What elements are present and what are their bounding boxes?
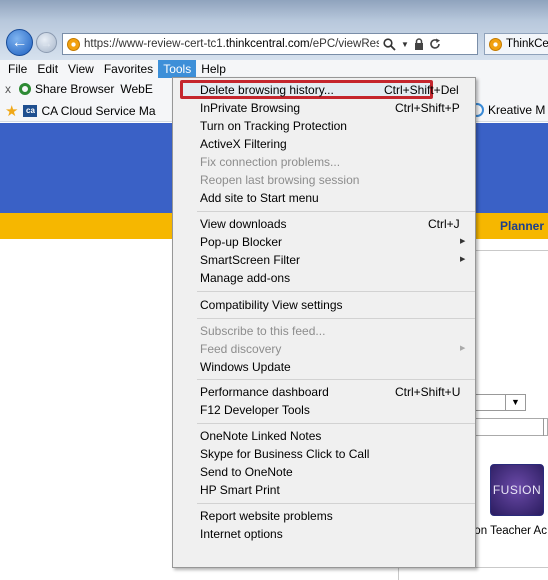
refresh-icon[interactable] — [429, 38, 441, 50]
share-browser-icon — [19, 83, 31, 95]
menu-view[interactable]: View — [63, 60, 99, 78]
submenu-arrow-icon: ▶ — [460, 256, 466, 263]
menu-separator — [197, 291, 475, 292]
menu-item-fix-connection: Fix connection problems... — [200, 155, 341, 169]
url-text[interactable]: https://www-review-cert-tc1.thinkcentral… — [84, 38, 379, 50]
webe-button[interactable]: WebE — [120, 82, 152, 96]
back-button[interactable]: ← — [6, 29, 33, 56]
menu-item-smartscreen[interactable]: SmartScreen Filter — [200, 251, 300, 269]
menu-item-onenote-linked[interactable]: OneNote Linked Notes — [200, 427, 321, 445]
menu-item-send-to-onenote[interactable]: Send to OneNote — [200, 463, 293, 481]
favorite-ca-cloud[interactable]: CA Cloud Service Ma — [41, 104, 155, 118]
url-path: /ePC/viewRes — [309, 38, 379, 50]
back-arrow-icon: ← — [11, 33, 28, 51]
menu-item-tracking-protection[interactable]: Turn on Tracking Protection — [200, 117, 347, 135]
menu-item-reopen-session: Reopen last browsing session — [200, 173, 360, 187]
select-arrow-icon[interactable]: ▼ — [505, 395, 525, 410]
lock-icon[interactable] — [414, 38, 424, 50]
site-favicon-icon — [67, 37, 80, 51]
browser-title-bar: ← → https://www-review-cert-tc1.thinkcen… — [0, 0, 548, 60]
submenu-arrow-icon: ▶ — [460, 238, 466, 245]
favorite-kreative-link[interactable]: Kreative M — [470, 103, 545, 117]
menu-file[interactable]: File — [3, 60, 32, 78]
menu-separator — [197, 211, 475, 212]
input-button[interactable] — [543, 418, 548, 436]
menu-separator — [197, 423, 475, 424]
menu-separator — [197, 503, 475, 504]
menu-edit[interactable]: Edit — [32, 60, 63, 78]
forward-arrow-icon: → — [40, 35, 53, 50]
menu-item-subscribe-feed: Subscribe to this feed... — [200, 324, 326, 338]
search-icon[interactable] — [383, 37, 396, 51]
menu-item-view-downloads[interactable]: View downloads — [200, 215, 287, 233]
url-domain: thinkcentral.com — [225, 38, 310, 50]
close-icon[interactable]: x — [5, 82, 11, 96]
favorite-kreative-label: Kreative M — [488, 103, 546, 117]
tab-favicon-icon — [489, 37, 502, 51]
browser-tab[interactable]: ThinkCe — [484, 33, 548, 55]
menu-favorites[interactable]: Favorites — [99, 60, 158, 78]
menu-item-inprivate[interactable]: InPrivate Browsing — [200, 99, 300, 117]
url-prefix: https://www-review-cert-tc1. — [84, 38, 226, 50]
menu-item-internet-options[interactable]: Internet options — [200, 525, 283, 543]
share-browser-button[interactable]: Share Browser — [35, 82, 114, 96]
menu-item-delete-history[interactable]: Delete browsing history... — [200, 81, 334, 99]
tools-menu: Delete browsing history... Ctrl+Shift+De… — [172, 77, 476, 568]
shortcut-view-downloads: Ctrl+J — [428, 217, 460, 231]
menu-tools[interactable]: Tools — [158, 60, 197, 78]
menu-item-report-problems[interactable]: Report website problems — [200, 507, 333, 525]
address-bar[interactable]: https://www-review-cert-tc1.thinkcentral… — [62, 33, 478, 55]
menu-item-add-start-menu[interactable]: Add site to Start menu — [200, 189, 319, 207]
submenu-arrow-icon: ▶ — [460, 345, 466, 352]
menu-item-popup-blocker[interactable]: Pop-up Blocker — [200, 233, 282, 251]
menu-bar: File Edit View Favorites Tools Help — [0, 60, 548, 78]
menu-item-f12-tools[interactable]: F12 Developer Tools — [200, 401, 310, 419]
menu-separator — [197, 379, 475, 380]
ca-logo-icon: ca — [23, 104, 38, 117]
menu-item-hp-smart-print[interactable]: HP Smart Print — [200, 481, 280, 499]
forward-button[interactable]: → — [36, 32, 57, 53]
menu-item-windows-update[interactable]: Windows Update — [200, 358, 291, 376]
tab-title: ThinkCe — [506, 38, 548, 50]
menu-item-performance-dashboard[interactable]: Performance dashboard — [200, 383, 329, 401]
menu-item-compatibility-view[interactable]: Compatibility View settings — [200, 296, 343, 314]
fusion-app-tile[interactable]: FUSION — [490, 464, 544, 516]
dropdown-arrow-icon[interactable]: ▼ — [401, 40, 409, 49]
menu-item-manage-addons[interactable]: Manage add-ons — [200, 269, 290, 287]
menu-item-activex-filtering[interactable]: ActiveX Filtering — [200, 135, 287, 153]
shortcut-inprivate: Ctrl+Shift+P — [395, 101, 460, 115]
favorites-star-icon[interactable]: ★ — [5, 102, 18, 120]
menu-item-skype-click-to-call[interactable]: Skype for Business Click to Call — [200, 445, 369, 463]
menu-help[interactable]: Help — [196, 60, 231, 78]
planner-tab[interactable]: Planner — [500, 219, 544, 233]
shortcut-delete-history: Ctrl+Shift+Del — [384, 83, 459, 97]
menu-item-feed-discovery: Feed discovery — [200, 342, 282, 356]
shortcut-performance-dashboard: Ctrl+Shift+U — [395, 385, 461, 399]
menu-separator — [197, 318, 475, 319]
fusion-logo: FUSION — [492, 483, 542, 497]
fusion-tile-caption[interactable]: sion Teacher Ac — [466, 525, 547, 537]
